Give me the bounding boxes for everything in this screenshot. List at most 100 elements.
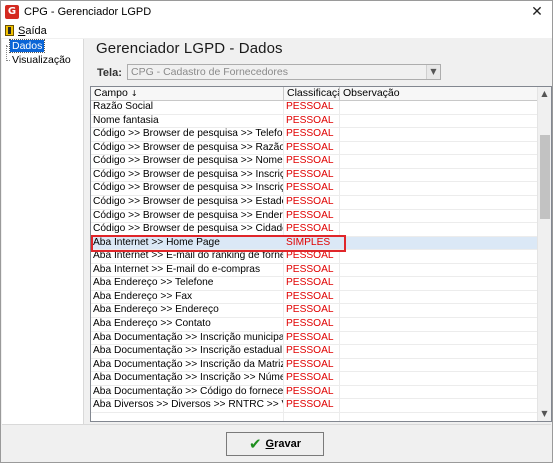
cell-observacao[interactable] [340,386,538,399]
cell-observacao[interactable] [340,413,538,421]
table-row[interactable]: Código >> Browser de pesquisa >> Razão s… [91,141,538,156]
cell-observacao[interactable] [340,277,538,290]
cell-campo[interactable]: Código >> Browser de pesquisa >> Estado [91,195,284,209]
cell-observacao[interactable] [340,155,538,168]
table-row[interactable]: Razão Social PESSOAL [91,101,538,115]
gravar-button[interactable]: ✔ Gravar [226,432,324,456]
table-row[interactable]: Aba Documentação >> Inscrição estadual PE… [91,345,538,359]
table-row[interactable]: Código >> Browser de pesquisa >> Endereç… [91,209,538,224]
cell-classificacao[interactable]: PESSOAL [284,141,340,155]
table-row[interactable]: Aba Internet >> E-mail do ranking de for… [91,250,538,264]
table-row[interactable]: Aba Endereço >> Fax PESSOAL [91,290,538,305]
cell-campo[interactable]: Aba Internet >> Home Page [91,236,284,250]
cell-campo[interactable]: Aba Internet >> E-mail do ranking de for… [91,250,284,263]
exit-door-icon[interactable] [5,25,14,36]
cell-campo[interactable]: Aba Internet >> E-mail do e-compras [91,263,284,277]
cell-observacao[interactable] [340,291,538,304]
cell-observacao[interactable] [340,101,538,114]
cell-classificacao[interactable]: PESSOAL [284,168,340,182]
cell-classificacao[interactable]: PESSOAL [284,318,340,331]
cell-classificacao[interactable]: PESSOAL [284,182,340,195]
tela-select[interactable]: CPG - Cadastro de Fornecedores ▼ [127,64,441,80]
cell-campo[interactable]: Código >> Browser de pesquisa >> Telefon… [91,128,284,141]
table-row[interactable]: Aba Endereço >> Contato PESSOAL [91,318,538,332]
cell-classificacao[interactable]: PESSOAL [284,358,340,372]
cell-classificacao[interactable]: PESSOAL [284,114,340,128]
cell-classificacao[interactable]: PESSOAL [284,155,340,168]
cell-campo[interactable]: Aba Endereço >> Contato [91,318,284,331]
cell-classificacao[interactable]: PESSOAL [284,223,340,236]
cell-campo[interactable]: Código >> Browser de pesquisa >> Inscriç… [91,168,284,182]
table-row[interactable]: Código >> Browser de pesquisa >> Inscriç… [91,182,538,196]
cell-campo[interactable]: Aba Endereço >> Endereço [91,304,284,317]
cell-classificacao[interactable]: PESSOAL [284,128,340,141]
cell-campo[interactable]: Aba Documentação >> Inscrição >> Número [91,372,284,385]
cell-campo[interactable]: Razão Social [91,101,284,114]
cell-campo[interactable]: Aba Documentação >> Inscrição estadual [91,345,284,358]
cell-observacao[interactable] [340,115,538,128]
cell-observacao[interactable] [340,332,538,345]
cell-campo[interactable] [91,412,284,421]
table-row[interactable]: Aba Documentação >> Inscrição municipal P… [91,331,538,346]
tree-item-visualizacao[interactable]: Visualização [10,54,73,66]
table-row[interactable]: Aba Internet >> Home Page SIMPLES [91,236,538,251]
cell-campo[interactable]: Aba Endereço >> Fax [91,290,284,304]
tree-item-dados[interactable]: Dados [8,39,46,53]
table-row[interactable]: Código >> Browser de pesquisa >> Inscriç… [91,168,538,183]
scroll-down-icon[interactable]: ▼ [538,407,551,421]
table-row[interactable]: Aba Internet >> E-mail do e-compras PESSO… [91,263,538,278]
table-row[interactable]: Código >> Browser de pesquisa >> Cidade P… [91,223,538,237]
table-row[interactable]: Aba Endereço >> Telefone PESSOAL [91,277,538,291]
cell-observacao[interactable] [340,223,538,236]
cell-observacao[interactable] [340,210,538,223]
cell-campo[interactable]: Aba Endereço >> Telefone [91,277,284,290]
scroll-up-icon[interactable]: ▲ [538,87,551,101]
cell-classificacao[interactable]: PESSOAL [284,209,340,223]
table-row[interactable]: Código >> Browser de pesquisa >> Telefon… [91,128,538,142]
column-header-observacao[interactable]: Observação [340,87,538,101]
cell-classificacao[interactable]: PESSOAL [284,331,340,345]
cell-campo[interactable]: Aba Documentação >> Inscrição municipal [91,331,284,345]
cell-observacao[interactable] [340,169,538,182]
cell-observacao[interactable] [340,142,538,155]
cell-observacao[interactable] [340,237,538,250]
cell-campo[interactable]: Código >> Browser de pesquisa >> Cidade [91,223,284,236]
cell-classificacao[interactable]: PESSOAL [284,345,340,358]
cell-classificacao[interactable]: PESSOAL [284,277,340,290]
table-row[interactable]: Aba Endereço >> Endereço PESSOAL [91,304,538,318]
close-button[interactable]: ✕ [528,4,546,20]
table-row[interactable]: Código >> Browser de pesquisa >> Nome fa… [91,155,538,169]
cell-campo[interactable]: Nome fantasia [91,114,284,128]
cell-classificacao[interactable]: PESSOAL [284,250,340,263]
menu-saida[interactable]: Saída [18,25,47,37]
vertical-scrollbar[interactable]: ▲ ▼ [537,87,551,421]
table-row[interactable]: Código >> Browser de pesquisa >> Estado P… [91,195,538,210]
scroll-thumb[interactable] [540,135,550,219]
table-row[interactable]: Aba Documentação >> Inscrição >> Número P… [91,372,538,386]
cell-observacao[interactable] [340,182,538,195]
table-row[interactable] [91,412,538,421]
cell-observacao[interactable] [340,128,538,141]
chevron-down-icon[interactable]: ▼ [426,65,440,79]
table-row[interactable]: Aba Documentação >> Inscrição da Matriz P… [91,358,538,373]
cell-campo[interactable]: Aba Diversos >> Diversos >> RNTRC >> Val… [91,399,284,412]
cell-observacao[interactable] [340,345,538,358]
cell-classificacao[interactable]: PESSOAL [284,290,340,304]
cell-classificacao[interactable]: PESSOAL [284,385,340,399]
table-row[interactable]: Nome fantasia PESSOAL [91,114,538,129]
cell-observacao[interactable] [340,372,538,385]
cell-classificacao[interactable]: PESSOAL [284,263,340,277]
cell-observacao[interactable] [340,304,538,317]
cell-campo[interactable]: Aba Documentação >> Código do fornecedor… [91,385,284,399]
cell-campo[interactable]: Aba Documentação >> Inscrição da Matriz [91,358,284,372]
cell-observacao[interactable] [340,264,538,277]
cell-observacao[interactable] [340,359,538,372]
cell-campo[interactable]: Código >> Browser de pesquisa >> Razão s… [91,141,284,155]
cell-classificacao[interactable] [284,412,340,421]
column-header-campo[interactable]: Campo ↓ [91,87,284,101]
cell-classificacao[interactable]: PESSOAL [284,304,340,317]
cell-campo[interactable]: Código >> Browser de pesquisa >> Inscriç… [91,182,284,195]
cell-observacao[interactable] [340,318,538,331]
cell-campo[interactable]: Código >> Browser de pesquisa >> Endereç… [91,209,284,223]
cell-observacao[interactable] [340,196,538,209]
